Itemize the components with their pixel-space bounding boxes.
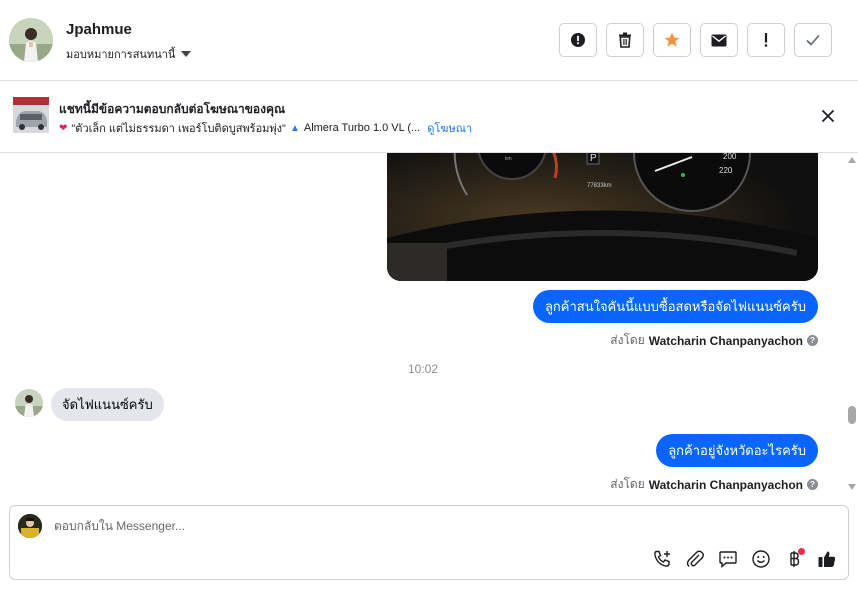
- message-composer: [9, 505, 849, 580]
- tach-label-200: 200: [723, 153, 737, 161]
- envelope-icon: [711, 34, 727, 46]
- notification-dot: [798, 548, 805, 555]
- emoji-button[interactable]: [750, 548, 772, 570]
- scroll-down-arrow-icon[interactable]: [848, 484, 856, 490]
- assign-label: มอบหมายการสนทนานี้: [66, 49, 176, 61]
- mark-unread-button[interactable]: [700, 23, 738, 57]
- paperclip-icon: [686, 550, 704, 567]
- sent-by-line: ส่งโดย Watcharin Chanpanyachon ?: [610, 475, 818, 494]
- assign-conversation-dropdown[interactable]: มอบหมายการสนทนานี้: [66, 45, 192, 63]
- car-icon: ▲: [289, 122, 300, 134]
- gear-indicator: P: [590, 153, 597, 164]
- view-ad-link[interactable]: ดูโฆษณา: [427, 119, 472, 137]
- heart-icon: ❤: [59, 122, 68, 134]
- sender-name[interactable]: Watcharin Chanpanyachon: [649, 478, 803, 492]
- page-avatar: [18, 514, 42, 538]
- check-icon: [806, 34, 820, 46]
- exclamation-icon: [764, 33, 768, 47]
- alert-circle-icon: [571, 33, 585, 47]
- sent-by-prefix: ส่งโดย: [610, 477, 645, 491]
- thumbs-up-icon: [818, 551, 836, 567]
- call-add-icon: [654, 550, 670, 567]
- ad-banner-title: แชทนี้มีข้อความตอบกลับต่อโฆษณาของคุณ: [59, 102, 286, 116]
- star-icon: [664, 32, 680, 47]
- trash-icon: [619, 32, 631, 48]
- smiley-icon: [752, 550, 770, 568]
- composer-toolbar: [651, 548, 838, 570]
- ad-banner-subtitle: ❤ "ตัวเล็ก แต่ไม่ธรรมดา เพอร์โบติดบูสพร้…: [59, 119, 472, 137]
- chat-bubble-icon: [719, 551, 737, 569]
- follow-up-button[interactable]: [747, 23, 785, 57]
- caret-down-icon: [181, 51, 192, 57]
- saved-replies-button[interactable]: [717, 548, 739, 570]
- help-icon[interactable]: ?: [807, 335, 818, 346]
- sender-name[interactable]: Watcharin Chanpanyachon: [649, 334, 803, 348]
- dashboard-photo[interactable]: 102 km P 77833km 200 220: [387, 153, 818, 281]
- header-actions: [559, 23, 832, 57]
- message-timestamp: 10:02: [407, 362, 439, 376]
- tach-label-220: 220: [719, 166, 733, 175]
- ad-thumbnail[interactable]: [13, 97, 49, 138]
- star-button[interactable]: [653, 23, 691, 57]
- close-banner-button[interactable]: [820, 108, 836, 124]
- ad-text: "ตัวเล็ก แต่ไม่ธรรมดา เพอร์โบติดบูสพร้อม…: [71, 123, 286, 135]
- chat-scrollbar[interactable]: [846, 153, 858, 495]
- contact-avatar[interactable]: [9, 18, 53, 62]
- message-thread: 102 km P 77833km 200 220 ลูกค้าสนใจคันนี…: [0, 153, 846, 495]
- like-button[interactable]: [816, 548, 838, 570]
- help-icon[interactable]: ?: [807, 479, 818, 490]
- delete-button[interactable]: [606, 23, 644, 57]
- payment-button[interactable]: [783, 548, 805, 570]
- scrollbar-thumb[interactable]: [848, 406, 856, 424]
- sent-by-prefix: ส่งโดย: [610, 333, 645, 347]
- speed-unit: km: [505, 156, 512, 162]
- odometer: 77833km: [587, 183, 612, 189]
- ad-model: Almera Turbo 1.0 VL (...: [303, 122, 421, 134]
- sent-by-line: ส่งโดย Watcharin Chanpanyachon ?: [610, 331, 818, 350]
- contact-avatar-small[interactable]: [15, 389, 43, 417]
- attach-file-button[interactable]: [684, 548, 706, 570]
- close-icon: [821, 109, 835, 123]
- contact-name[interactable]: Jpahmue: [66, 21, 132, 38]
- outgoing-message[interactable]: ลูกค้าสนใจคันนี้แบบซื้อสดหรือจัดไฟแนนซ์ค…: [532, 290, 818, 323]
- mark-done-button[interactable]: [794, 23, 832, 57]
- conversation-header: Jpahmue มอบหมายการสนทนานี้: [0, 0, 858, 81]
- reply-input[interactable]: [54, 519, 754, 533]
- incoming-message[interactable]: จัดไฟแนนซ์ครับ: [51, 388, 164, 421]
- report-spam-button[interactable]: [559, 23, 597, 57]
- add-call-button[interactable]: [651, 548, 673, 570]
- scroll-up-arrow-icon[interactable]: [848, 157, 856, 163]
- outgoing-message[interactable]: ลูกค้าอยู่จังหวัดอะไรครับ: [656, 434, 818, 467]
